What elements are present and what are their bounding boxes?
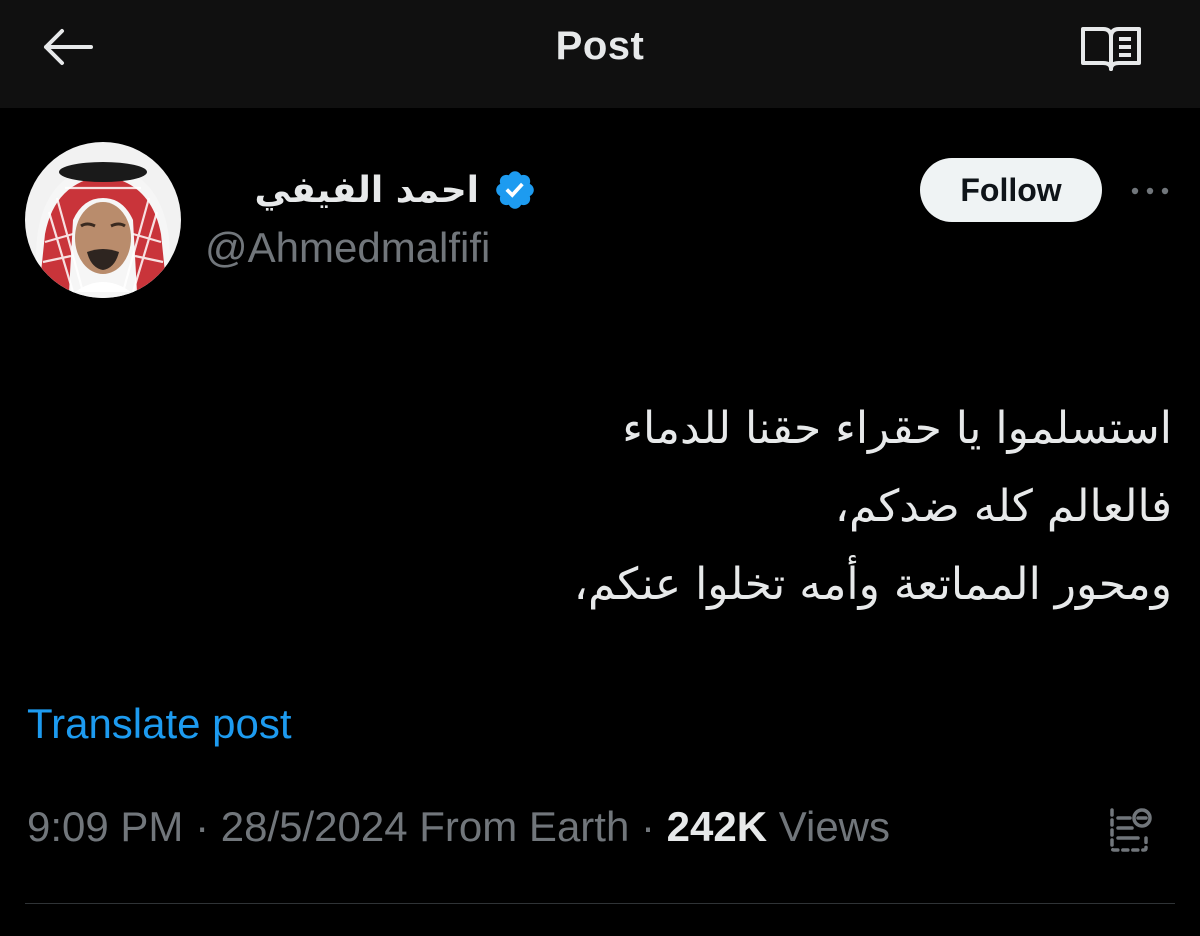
more-options-button[interactable] <box>1128 176 1172 206</box>
author-name-row[interactable]: احمد الفيفي <box>254 162 537 218</box>
translate-post-link[interactable]: Translate post <box>27 700 292 748</box>
tweet-text: استسلموا يا حقراء حقنا للدماء فالعالم كل… <box>272 390 1172 624</box>
tweet-line: فالعالم كله ضدكم، <box>834 481 1172 532</box>
page-title: Post <box>555 24 645 68</box>
open-book-icon <box>1081 27 1141 71</box>
author-display-name[interactable]: احمد الفيفي <box>254 170 479 211</box>
meta-separator: · <box>629 803 667 850</box>
tweet-line: ومحور المماتعة وأمه تخلوا عنكم، <box>573 559 1172 610</box>
post-analytics-button[interactable] <box>1102 802 1158 858</box>
top-bar: Post <box>0 0 1200 108</box>
views-count: 242K <box>666 803 768 850</box>
more-horizontal-icon <box>1131 187 1169 195</box>
tweet-line: استسلموا يا حقراء حقنا للدماء <box>622 403 1172 454</box>
follow-button[interactable]: Follow <box>920 158 1102 222</box>
profile-photo <box>25 142 181 298</box>
post-source: From Earth <box>419 803 630 850</box>
post-metadata: 9:09 PM · 28/5/2024 From Earth · 242K Vi… <box>27 803 890 851</box>
meta-separator: · <box>183 803 221 850</box>
divider <box>25 903 1175 904</box>
avatar[interactable] <box>25 142 181 298</box>
post-date[interactable]: 28/5/2024 <box>221 803 408 851</box>
views-label: Views <box>778 803 891 850</box>
reader-mode-button[interactable] <box>1076 22 1146 76</box>
post-time[interactable]: 9:09 PM <box>27 803 183 851</box>
author-handle[interactable]: @Ahmedmalfifi <box>205 224 490 272</box>
verified-badge-icon <box>496 171 534 209</box>
analytics-icon <box>1110 808 1152 852</box>
